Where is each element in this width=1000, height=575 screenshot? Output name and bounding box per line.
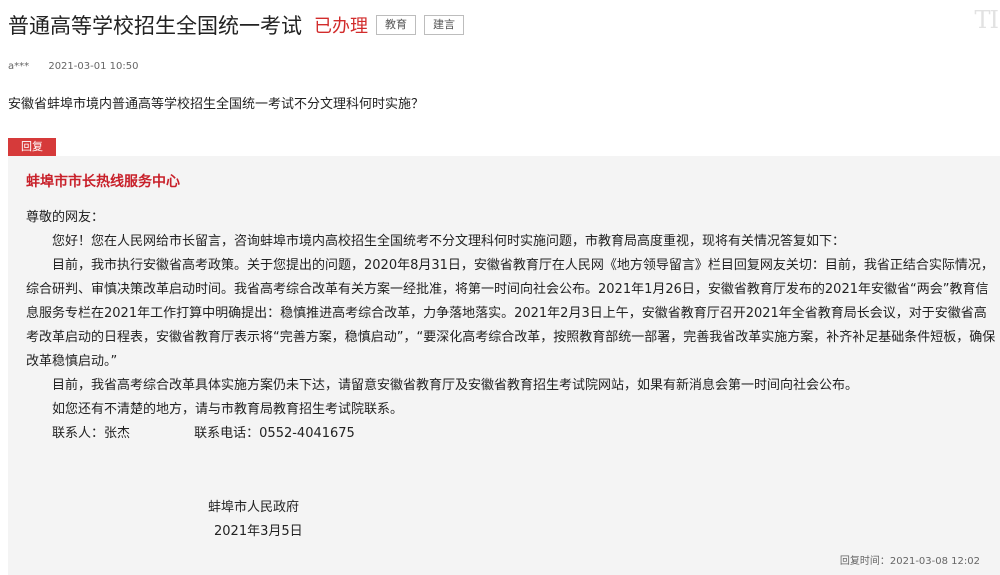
contact-person: 联系人：张杰: [52, 426, 131, 441]
contact-phone: 联系电话：0552-4041675: [194, 426, 355, 441]
reply-paragraph: 如您还有不清楚的地方，请与市教育局教育招生考试院联系。: [52, 402, 404, 417]
reply-time: 回复时间：2021-03-08 12:02: [839, 556, 980, 567]
post-time: 2021-03-01 10:50: [48, 61, 139, 72]
status-badge: 已办理: [314, 16, 368, 37]
message-meta: a*** 2021-03-01 10:50: [8, 61, 138, 72]
reply-badge: 回复: [8, 138, 56, 156]
reply-panel: 蚌埠市市长热线服务中心 尊敬的网友： 您好！您在人民网给市长留言，咨询蚌埠市境内…: [8, 156, 1000, 575]
reply-paragraph: 您好！您在人民网给市长留言，咨询蚌埠市境内高校招生全国统考不分文理科何时实施问题…: [52, 234, 846, 249]
page-title: 普通高等学校招生全国统一考试: [8, 14, 302, 38]
signature-block: 蚌埠市人民政府 2021年3月5日: [208, 496, 303, 544]
page-header: 普通高等学校招生全国统一考试 已办理 教育 建言: [8, 10, 464, 40]
contact-info: 联系人：张杰 联系电话：0552-4041675: [26, 422, 996, 446]
tag-suggestion[interactable]: 建言: [424, 15, 464, 35]
reply-greeting: 尊敬的网友：: [26, 210, 105, 225]
reply-body: 尊敬的网友： 您好！您在人民网给市长留言，咨询蚌埠市境内高校招生全国统考不分文理…: [26, 206, 996, 446]
watermark: TI: [974, 6, 999, 34]
author-name: a***: [8, 61, 30, 72]
question-text: 安徽省蚌埠市境内普通高等学校招生全国统一考试不分文理科何时实施？: [8, 97, 425, 112]
reply-org: 蚌埠市市长热线服务中心: [26, 174, 180, 190]
reply-paragraph: 目前，我省高考综合改革具体实施方案仍未下达，请留意安徽省教育厅及安徽省教育招生考…: [52, 378, 859, 393]
reply-paragraph: 目前，我市执行安徽省高考政策。关于您提出的问题，2020年8月31日，安徽省教育…: [26, 258, 996, 369]
signature-date: 2021年3月5日: [214, 524, 303, 539]
tag-education[interactable]: 教育: [376, 15, 416, 35]
signature-org: 蚌埠市人民政府: [208, 500, 300, 515]
